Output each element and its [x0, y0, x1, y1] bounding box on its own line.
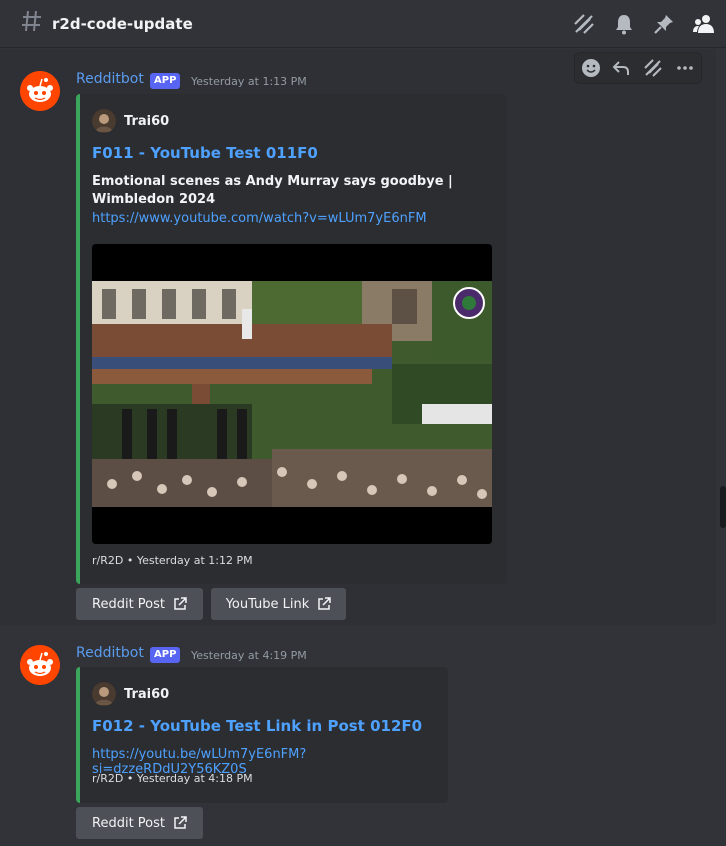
avatar[interactable]: [20, 645, 60, 685]
pin-icon[interactable]: [652, 12, 676, 36]
external-link-icon: [174, 597, 187, 610]
app-badge: APP: [150, 73, 181, 89]
embed-footer: r/R2D • Yesterday at 4:18 PM: [92, 772, 253, 785]
scrollbar-thumb[interactable]: [720, 486, 726, 528]
wimbledon-thumbnail-image: [92, 244, 492, 544]
reddit-post-button-label: Reddit Post: [92, 815, 165, 831]
app-badge: APP: [150, 647, 181, 663]
link-embed: Trai60 F012 - YouTube Test Link in Post …: [76, 667, 448, 803]
channel-name: r2d-code-update: [52, 15, 193, 33]
timestamp[interactable]: Yesterday at 4:19 PM: [191, 649, 307, 662]
embed-author-name[interactable]: Trai60: [124, 687, 169, 702]
reddit-logo-icon: [20, 71, 60, 111]
emoji-icon[interactable]: [581, 58, 601, 78]
avatar[interactable]: [20, 71, 60, 111]
bell-icon[interactable]: [612, 12, 636, 36]
hashtag-icon: [22, 10, 41, 32]
message-hover-toolbar: [574, 52, 702, 84]
embed-title[interactable]: F012 - YouTube Test Link in Post 012F0: [92, 717, 422, 735]
message: Redditbot APP Yesterday at 1:13 PM Trai6…: [0, 49, 716, 625]
message: Redditbot APP Yesterday at 4:19 PM Trai6…: [0, 625, 716, 846]
embed-author: Trai60: [92, 109, 169, 133]
embed-author: Trai60: [92, 682, 169, 706]
embed-footer: r/R2D • Yesterday at 1:12 PM: [92, 554, 253, 567]
link-embed: Trai60 F011 - YouTube Test 011F0 Emotion…: [76, 94, 507, 584]
video-thumbnail[interactable]: [92, 244, 492, 544]
embed-description: Emotional scenes as Andy Murray says goo…: [92, 174, 453, 207]
reddit-post-button[interactable]: Reddit Post: [76, 588, 203, 620]
thread-icon[interactable]: [643, 58, 663, 78]
external-link-icon: [174, 816, 187, 829]
members-icon[interactable]: [692, 12, 716, 36]
external-link-icon: [318, 597, 332, 610]
threads-icon[interactable]: [572, 12, 596, 36]
embed-title[interactable]: F011 - YouTube Test 011F0: [92, 144, 318, 162]
youtube-link-button[interactable]: YouTube Link: [211, 588, 346, 620]
embed-author-name[interactable]: Trai60: [124, 114, 169, 129]
embed-url[interactable]: https://www.youtube.com/watch?v=wLUm7yE6…: [92, 211, 427, 226]
author-avatar: [92, 682, 116, 706]
reddit-logo-icon: [20, 645, 60, 685]
username[interactable]: Redditbot: [76, 645, 144, 661]
reddit-post-button[interactable]: Reddit Post: [76, 807, 203, 839]
username[interactable]: Redditbot: [76, 71, 144, 87]
reply-icon[interactable]: [611, 58, 631, 78]
timestamp[interactable]: Yesterday at 1:13 PM: [191, 75, 307, 88]
channel-header: r2d-code-update: [0, 0, 726, 48]
reddit-post-button-label: Reddit Post: [92, 596, 165, 612]
author-avatar: [92, 109, 116, 133]
youtube-link-button-label: YouTube Link: [225, 596, 310, 612]
more-icon[interactable]: [675, 58, 695, 78]
